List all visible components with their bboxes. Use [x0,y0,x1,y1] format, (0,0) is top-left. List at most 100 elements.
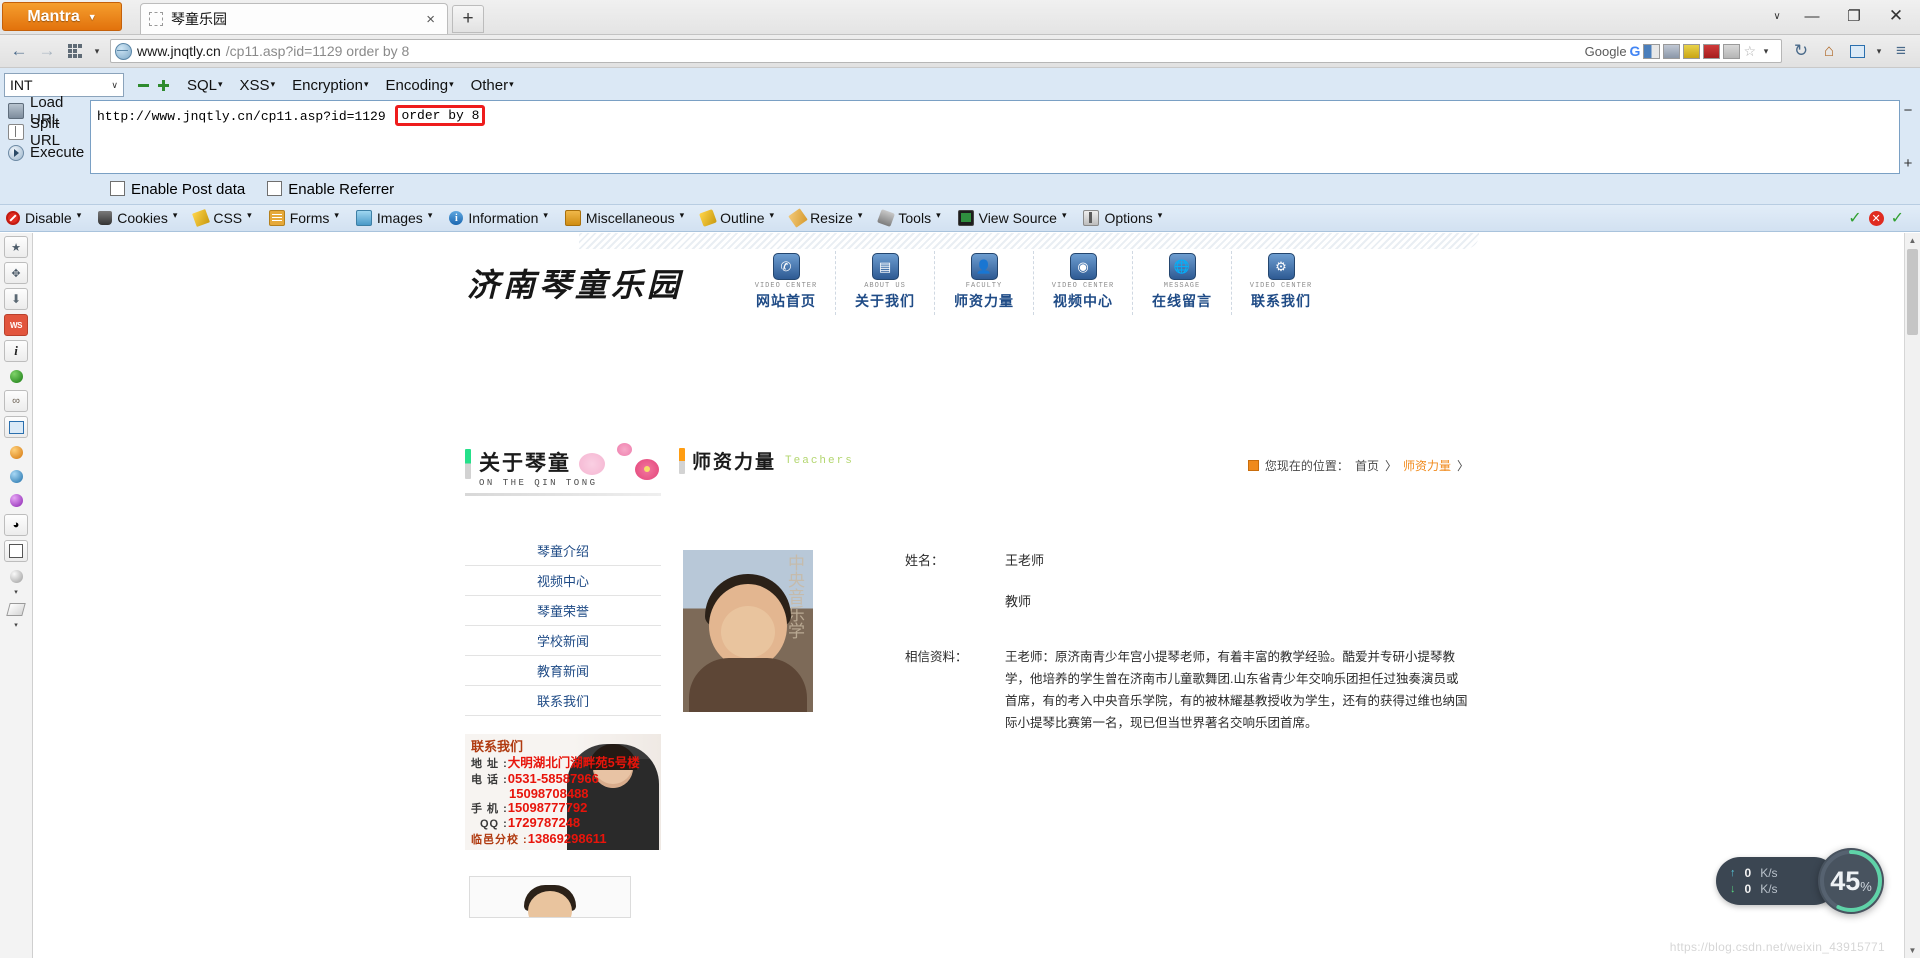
hackbar-main-row: Load URL Split URL Execute http://www.jn… [0,94,1920,178]
chevron-down-icon[interactable]: ▾ [14,589,18,596]
site-logo[interactable]: 济南琴童乐园 [467,260,717,306]
breadcrumb-current[interactable]: 师资力量 [1403,457,1451,474]
menu-icon[interactable]: ≡ [1888,38,1914,64]
error-count-icon[interactable]: ✕ [1868,210,1884,226]
contact-branch-value: 13869298611 [527,830,607,846]
sidebar-item-video[interactable]: 视频中心 [465,566,661,596]
apps-grid-icon[interactable] [62,38,88,64]
home-icon[interactable]: ⌂ [1816,38,1842,64]
palette-icon[interactable]: ◕ [4,514,28,536]
close-icon[interactable]: × [422,11,439,28]
favorites-icon[interactable]: ★ [4,236,28,258]
minus-icon[interactable]: − [1904,102,1913,119]
nav-item-contact[interactable]: ⚙ VIDEO CENTER 联系我们 [1231,251,1330,315]
nav-item-home[interactable]: ✆ VIDEO CENTER 网站首页 [737,251,835,315]
split-url-button[interactable]: Split URL [8,115,90,149]
moon-icon[interactable] [5,566,27,586]
back-icon[interactable]: ← [6,38,32,64]
sidebar-item-honor[interactable]: 琴童荣誉 [465,596,661,626]
wd-information[interactable]: i Information ▾ [449,210,548,226]
search-engine-area[interactable]: Google G ☆ ▾ [1585,43,1777,60]
wd-forms[interactable]: Forms ▾ [268,210,339,226]
wd-css[interactable]: CSS ▾ [192,209,252,227]
scrollbar-thumb[interactable] [1907,249,1918,335]
maximize-button[interactable]: ❐ [1834,3,1874,29]
sidebar-toggle-icon[interactable] [1844,38,1870,64]
sidebar-item-intro[interactable]: 琴童介绍 [465,536,661,566]
wd-view-source[interactable]: View Source ▾ [957,210,1066,226]
wd-cookies[interactable]: Cookies ▾ [98,210,177,226]
memory-usage-gauge[interactable]: 45 % [1818,848,1884,914]
menu-other[interactable]: Other▾ [471,77,514,94]
bookmark-mini-icon-1[interactable] [1643,43,1661,59]
html-valid-icon[interactable]: ✓ [1891,208,1904,228]
nav-item-video[interactable]: ◉ VIDEO CENTER 视频中心 [1033,251,1132,315]
glasses-icon[interactable]: ∞ [4,390,28,412]
download-icon[interactable]: ⬇ [4,288,28,310]
nav-item-faculty[interactable]: 👤 FACULTY 师资力量 [934,251,1033,315]
sidebar-item-edu-news[interactable]: 教育新闻 [465,656,661,686]
secondary-teacher-card[interactable] [469,876,631,918]
wd-miscellaneous[interactable]: Miscellaneous ▾ [564,210,684,226]
bookmark-mini-icon-4[interactable] [1703,43,1721,59]
plus-icon[interactable]: + [1904,155,1913,172]
wd-tools[interactable]: Tools ▾ [877,209,941,227]
puzzle-addon-icon[interactable]: ✥ [4,262,28,284]
wd-resize[interactable]: Resize ▾ [788,208,862,228]
breadcrumb-home[interactable]: 首页 [1355,457,1379,474]
execute-button[interactable]: Execute [8,142,90,163]
minimize-button[interactable]: — [1792,3,1832,29]
info-italic-icon[interactable]: i [4,340,28,362]
menu-encoding[interactable]: Encoding▾ [386,77,454,94]
enable-referrer-checkbox[interactable]: Enable Referrer [267,181,394,198]
chevron-down-icon[interactable]: ∨ [1764,3,1790,29]
nav-item-message[interactable]: 🌐 MESSAGE 在线留言 [1132,251,1231,315]
wd-images[interactable]: Images ▾ [355,210,432,226]
nav-en-3: VIDEO CENTER [1051,282,1115,290]
new-tab-button[interactable]: + [452,5,484,33]
seahorse-icon[interactable] [5,466,27,486]
bookmark-mini-icon-3[interactable] [1683,43,1701,59]
qr-code-icon[interactable] [4,540,28,562]
css-valid-icon[interactable]: ✓ [1848,208,1861,228]
chevron-down-icon[interactable]: ▾ [14,622,18,629]
wd-disable[interactable]: Disable ▾ [6,210,81,226]
scroll-down-arrow[interactable]: ▼ [1905,943,1920,958]
menu-encryption[interactable]: Encryption▾ [292,77,368,94]
contact-box-body: 地 址 : 大明湖北门湖畔苑5号楼 电 话 : 0531-58587966 15… [465,756,661,847]
bookmark-star-icon[interactable]: ☆ [1743,43,1756,60]
bookmark-mini-icon-2[interactable] [1663,43,1681,59]
chevron-down-icon[interactable]: ▾ [1759,46,1773,57]
wd-options[interactable]: Options ▾ [1083,210,1162,226]
teacher-description-row: 相信资料： 王老师：原济南青少年宫小提琴老师，有着丰富的教学经验。酷爱并专研小提… [905,646,1469,734]
eraser-icon[interactable] [5,599,27,619]
sidebar-item-school-news[interactable]: 学校新闻 [465,626,661,656]
memory-usage-value: 45 [1830,865,1861,896]
reload-icon[interactable]: ↻ [1788,38,1814,64]
teacher-record: 中央音乐学 姓名： 王老师 教师 相信资料： 王老师：原济南青少年宫小提琴老师，… [679,550,1469,734]
bookmark-mini-icon-5[interactable] [1723,43,1741,59]
green-ball-icon[interactable] [5,366,27,386]
nav-item-about[interactable]: ▤ ABOUT US 关于我们 [835,251,934,315]
page-scrollbar[interactable]: ▲ ▼ [1904,233,1920,958]
wd-outline[interactable]: Outline ▾ [699,209,774,227]
select-element-icon[interactable] [4,416,28,438]
sidebar-item-contact[interactable]: 联系我们 [465,686,661,716]
browser-tab[interactable]: 琴童乐园 × [140,3,448,34]
chevron-down-icon[interactable]: ▾ [1872,46,1886,57]
minus-icon[interactable] [138,83,149,87]
network-speed-widget[interactable]: ↑ 0 K/s ↓ 0 K/s 45 % [1716,848,1884,914]
mantra-menu-button[interactable]: Mantra ▼ [2,2,122,31]
chevron-down-icon[interactable]: ▾ [90,46,104,57]
close-window-button[interactable]: ✕ [1876,3,1916,29]
wappalyzer-icon[interactable]: WS [4,314,28,336]
url-textarea[interactable]: http://www.jnqtly.cn/cp11.asp?id=1129 or… [90,100,1900,174]
menu-sql[interactable]: SQL▾ [187,77,223,94]
virus-icon[interactable] [5,490,27,510]
scroll-up-arrow[interactable]: ▲ [1905,233,1920,248]
plus-icon[interactable] [158,79,169,91]
url-bar[interactable]: www.jnqtly.cn /cp11.asp?id=1129 order by… [110,39,1782,63]
menu-xss[interactable]: XSS▾ [240,77,276,94]
enable-post-data-checkbox[interactable]: Enable Post data [110,181,245,198]
orange-badge-icon[interactable] [5,442,27,462]
